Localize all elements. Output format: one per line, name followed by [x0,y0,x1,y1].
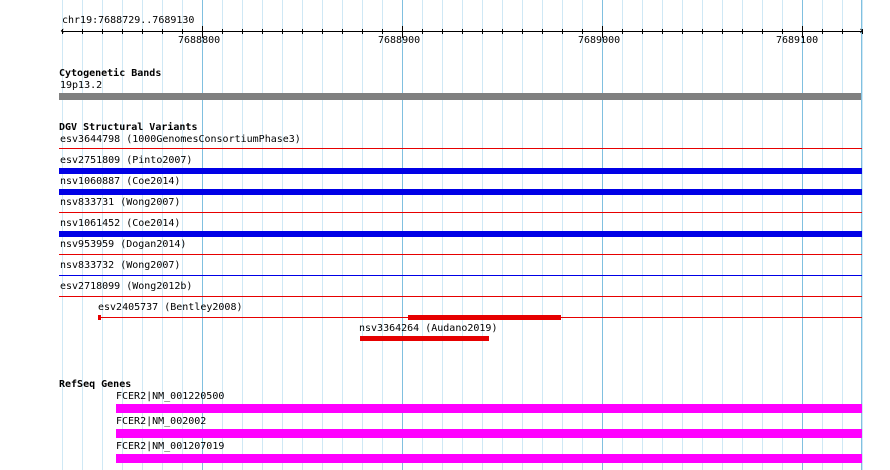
cytoband-label: 19p13.2 [60,80,103,91]
variant-line[interactable] [59,296,862,297]
ruler-tick-minor [182,29,183,34]
ruler-tick-minor [582,29,583,34]
variant-line[interactable] [59,148,862,149]
ruler-tick-label: 7689000 [578,35,621,46]
ruler-tick-minor [522,29,523,34]
variant-label: esv2751809 (Pinto2007) [60,155,193,166]
gene-bar[interactable] [116,454,862,463]
ruler-tick-minor [142,29,143,34]
ruler-tick-minor [62,29,63,34]
ruler-tick-minor [642,29,643,34]
variant-line[interactable] [59,254,862,255]
ruler-tick-minor [622,29,623,34]
ruler-tick-minor [382,29,383,34]
ruler-tick-minor [82,29,83,34]
dgv-track-title: DGV Structural Variants [59,122,198,133]
gene-label: FCER2|NM_001220500 [116,391,225,402]
variant-gain-bar[interactable] [59,168,862,174]
cytoband-track-title: Cytogenetic Bands [59,68,162,79]
ruler-tick-minor [662,29,663,34]
gene-bar[interactable] [116,404,862,413]
variant-label: esv2718099 (Wong2012b) [60,281,193,292]
ruler-tick-minor [502,29,503,34]
ruler-tick-minor [242,29,243,34]
ruler-tick-label: 7688800 [178,35,221,46]
ruler-tick-minor [282,29,283,34]
ruler-tick-minor [162,29,163,34]
ruler-tick-minor [842,29,843,34]
variant-line[interactable] [59,212,862,213]
variant-label: nsv3364264 (Audano2019) [359,323,498,334]
variant-loss-block[interactable] [98,315,101,320]
ruler-tick-minor [322,29,323,34]
variant-label: nsv1061452 (Coe2014) [60,218,181,229]
ruler-tick-minor [562,29,563,34]
variant-label: nsv953959 (Dogan2014) [60,239,187,250]
variant-gain-bar[interactable] [59,189,862,195]
gene-label: FCER2|NM_002002 [116,416,207,427]
ruler-tick-minor [862,29,863,34]
variant-loss-block[interactable] [408,315,561,320]
ruler-tick-minor [262,29,263,34]
cytoband-bar[interactable] [59,93,861,100]
variant-gain-bar[interactable] [59,231,862,237]
ruler-tick-minor [442,29,443,34]
grid-line-minor [862,0,863,470]
ruler-tick-minor [822,29,823,34]
variant-loss-block[interactable] [360,336,489,341]
ruler-tick-minor [682,29,683,34]
variant-line[interactable] [59,275,862,276]
ruler-tick-minor [482,29,483,34]
ruler-tick-minor [302,29,303,34]
location-label: chr19:7688729..7689130 [62,15,195,26]
ruler-tick-minor [362,29,363,34]
variant-label: nsv833732 (Wong2007) [60,260,181,271]
variant-label: esv3644798 (1000GenomesConsortiumPhase3) [60,134,301,145]
ruler-tick-minor [782,29,783,34]
gene-bar[interactable] [116,429,862,438]
genome-track-view[interactable]: chr19:7688729..7689130 ‹ › 7688800 76889… [0,0,890,470]
refseq-track-title: RefSeq Genes [59,379,132,390]
ruler-tick-minor [722,29,723,34]
ruler-tick-minor [702,29,703,34]
ruler-tick-minor [542,29,543,34]
ruler-tick-minor [222,29,223,34]
ruler-tick-minor [762,29,763,34]
variant-label: nsv1060887 (Coe2014) [60,176,181,187]
variant-label: nsv833731 (Wong2007) [60,197,181,208]
ruler-tick-minor [342,29,343,34]
ruler-tick-minor [462,29,463,34]
ruler-tick-minor [122,29,123,34]
ruler-tick-minor [422,29,423,34]
ruler-tick-minor [742,29,743,34]
ruler-tick-minor [102,29,103,34]
gene-label: FCER2|NM_001207019 [116,441,225,452]
ruler-tick-label: 7689100 [776,35,819,46]
ruler-tick-label: 7688900 [378,35,421,46]
variant-label: esv2405737 (Bentley2008) [98,302,243,313]
